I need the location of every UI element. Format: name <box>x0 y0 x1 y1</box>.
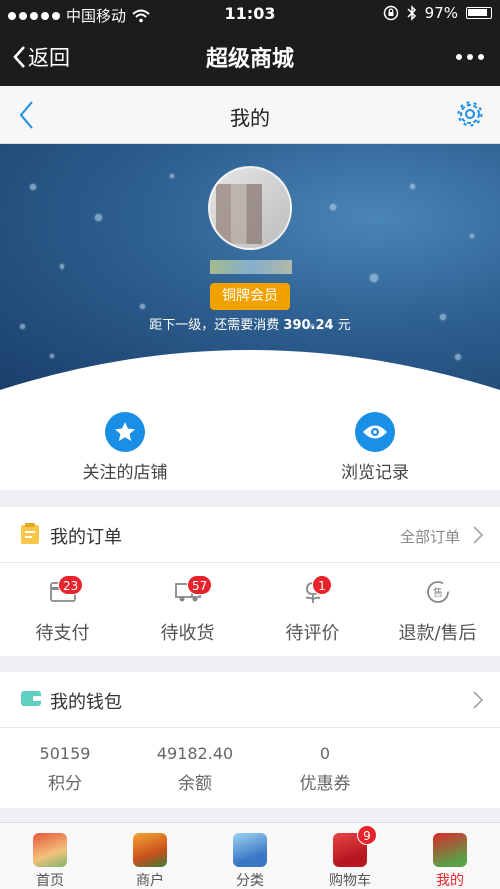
home-icon <box>33 833 67 867</box>
merchant-icon <box>133 833 167 867</box>
orders-title: 我的订单 <box>50 527 122 548</box>
star-icon <box>105 412 145 452</box>
followed-stores-label: 关注的店铺 <box>82 463 168 483</box>
tab-merchants[interactable]: 商户 <box>100 823 200 889</box>
profile-banner: 铜牌会员 距下一级，还需要消费 390.24 元 <box>0 144 500 390</box>
balance-value: 49182.40 <box>156 744 234 763</box>
points-stat[interactable]: 50159 积分 <box>0 728 130 808</box>
wallet-header[interactable]: 我的钱包 <box>0 672 500 728</box>
tab-home[interactable]: 首页 <box>0 823 100 889</box>
shopping-bag-icon <box>233 833 267 867</box>
battery-icon <box>466 7 492 19</box>
followed-stores-button[interactable]: 关注的店铺 <box>0 390 250 490</box>
banner-curve <box>0 350 500 390</box>
refund-label: 退款/售后 <box>398 623 477 644</box>
chevron-right-icon <box>473 691 484 709</box>
wallet-icon <box>21 691 41 706</box>
rotation-lock-icon <box>383 5 398 21</box>
wallet-stats: 50159 积分 49182.40 余额 0 优惠券 <box>0 728 500 808</box>
page-title: 我的 <box>230 106 270 130</box>
all-orders-link[interactable]: 全部订单 <box>400 526 460 547</box>
tab-categories-label: 分类 <box>236 873 264 889</box>
pending-receipt-label: 待收货 <box>160 623 215 644</box>
balance-label: 余额 <box>178 774 212 794</box>
orders-header[interactable]: 我的订单 全部订单 <box>0 507 500 563</box>
browse-history-button[interactable]: 浏览记录 <box>250 390 500 490</box>
battery-percent: 97% <box>424 4 458 22</box>
pending-payment-badge: 23 <box>58 575 84 595</box>
pending-review-label: 待评价 <box>285 623 340 644</box>
pending-receipt-badge: 57 <box>187 575 213 595</box>
username-blurred <box>210 260 292 274</box>
chevron-right-icon <box>473 526 484 544</box>
page-header: 我的 <box>0 86 500 144</box>
pending-review-badge: 1 <box>312 575 332 595</box>
bluetooth-icon <box>407 5 416 21</box>
tab-merchants-label: 商户 <box>136 873 164 889</box>
shortcut-row: 关注的店铺 浏览记录 <box>0 390 500 490</box>
svg-text:售: 售 <box>433 586 443 599</box>
points-value: 50159 <box>39 744 91 763</box>
wechat-nav-bar: 返回 超级商城 <box>0 28 500 86</box>
tab-mine-label: 我的 <box>436 873 464 889</box>
status-bar: 中国移动 11:03 97% <box>0 0 500 28</box>
order-status-row: 23 待支付 57 待收货 1 待评价 售 退款/售后 <box>0 563 500 656</box>
tab-home-label: 首页 <box>36 873 64 889</box>
coupons-value: 0 <box>319 744 331 763</box>
stocking-icon <box>433 833 467 867</box>
balance-stat[interactable]: 49182.40 余额 <box>130 728 260 808</box>
avatar[interactable] <box>208 166 292 250</box>
order-refund-aftersale[interactable]: 售 退款/售后 <box>375 563 500 656</box>
refund-icon: 售 <box>426 581 449 603</box>
tab-cart[interactable]: 9 购物车 <box>300 823 400 889</box>
member-level-badge: 铜牌会员 <box>210 283 290 310</box>
more-menu-button[interactable] <box>456 54 484 60</box>
cart-badge: 9 <box>357 825 377 845</box>
bottom-tab-bar: 首页 商户 分类 9 购物车 我的 <box>0 822 500 889</box>
wallet-section: 我的钱包 50159 积分 49182.40 余额 0 优惠券 <box>0 672 500 808</box>
settings-button[interactable] <box>456 100 484 132</box>
orders-section: 我的订单 全部订单 23 待支付 57 待收货 1 待评价 售 退款/售后 <box>0 507 500 656</box>
wechat-title: 超级商城 <box>205 47 294 72</box>
order-pending-payment[interactable]: 23 待支付 <box>0 563 125 656</box>
coupons-stat[interactable]: 0 优惠券 <box>260 728 390 808</box>
clipboard-icon <box>21 523 39 544</box>
pending-payment-label: 待支付 <box>35 623 90 644</box>
wallet-title: 我的钱包 <box>50 692 122 713</box>
coupons-label: 优惠券 <box>299 774 351 794</box>
tab-categories[interactable]: 分类 <box>200 823 300 889</box>
tab-cart-label: 购物车 <box>329 873 371 889</box>
eye-icon <box>355 412 395 452</box>
points-label: 积分 <box>48 774 82 794</box>
tab-mine[interactable]: 我的 <box>400 823 500 889</box>
gear-icon <box>457 101 483 127</box>
order-pending-review[interactable]: 1 待评价 <box>250 563 375 656</box>
order-pending-receipt[interactable]: 57 待收货 <box>125 563 250 656</box>
browse-history-label: 浏览记录 <box>341 463 409 483</box>
